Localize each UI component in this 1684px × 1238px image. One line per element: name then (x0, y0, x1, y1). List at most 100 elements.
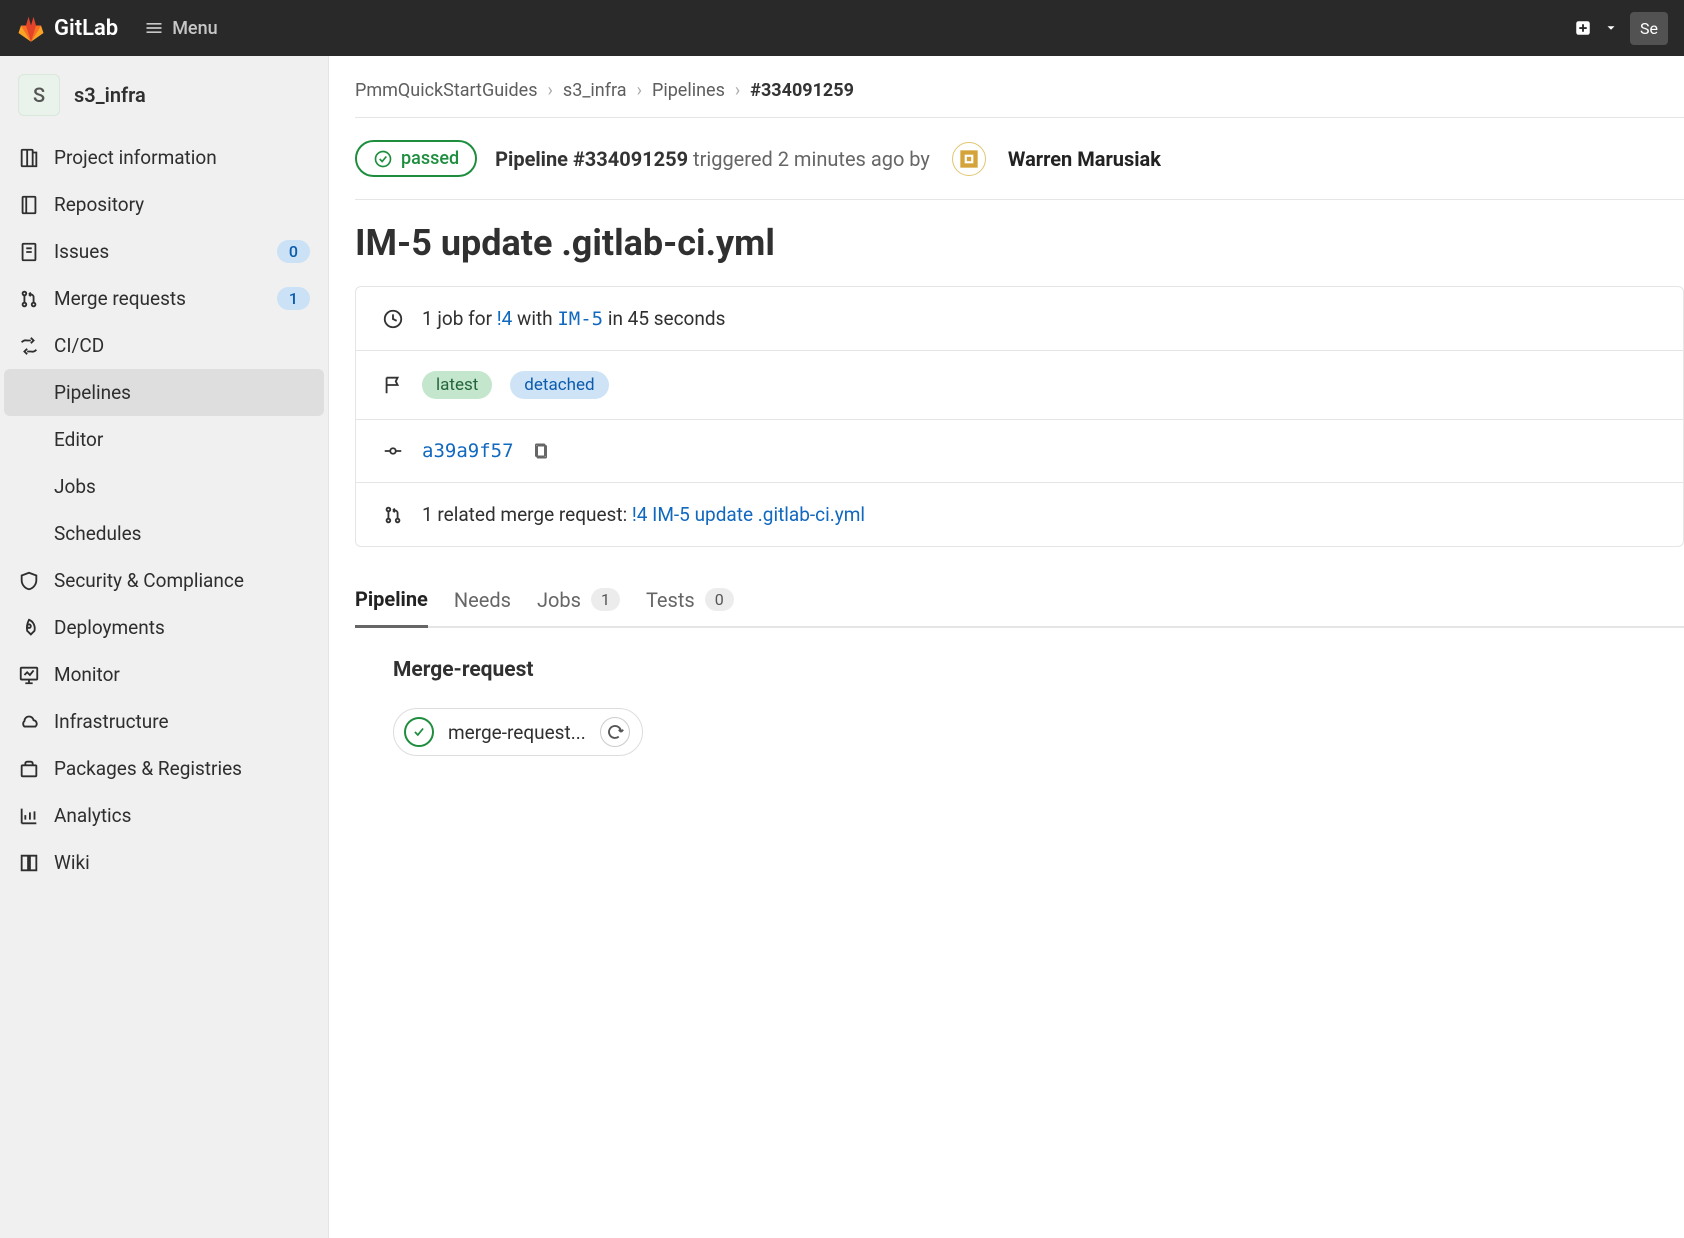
project-name: s3_infra (74, 83, 146, 107)
clock-icon (382, 308, 404, 330)
plus-box-icon (1574, 19, 1592, 37)
gitlab-logo[interactable]: GitLab (16, 13, 118, 43)
sidebar-subitem-jobs[interactable]: Jobs (0, 463, 328, 510)
chevron-right-icon: › (637, 80, 642, 101)
project-header[interactable]: S s3_infra (0, 68, 328, 134)
user-avatar[interactable] (952, 142, 986, 176)
related-mr-link[interactable]: !4 IM-5 update .gitlab-ci.yml (632, 503, 865, 526)
repository-icon (18, 194, 40, 216)
nav-label: Repository (54, 193, 310, 216)
tab-tests[interactable]: Tests 0 (646, 573, 734, 626)
breadcrumb-project[interactable]: s3_infra (563, 80, 627, 101)
stage-area: Merge-request merge-request... (355, 628, 1684, 786)
search-placeholder-text: Se (1640, 19, 1658, 38)
info-row-commit: a39a9f57 (356, 420, 1683, 483)
jobs-prefix: 1 job for (422, 307, 497, 330)
pipeline-id: #334091259 (573, 147, 688, 171)
cicd-icon (18, 335, 40, 357)
top-header: GitLab Menu Se (0, 0, 1684, 56)
breadcrumb-group[interactable]: PmmQuickStartGuides (355, 80, 538, 101)
project-info-icon (18, 147, 40, 169)
sidebar-item-packages[interactable]: Packages & Registries (0, 745, 328, 792)
sidebar-subitem-pipelines[interactable]: Pipelines (4, 369, 324, 416)
breadcrumb: PmmQuickStartGuides › s3_infra › Pipelin… (355, 80, 1684, 118)
info-row-related-mr: 1 related merge request: !4 IM-5 update … (356, 483, 1683, 546)
clipboard-icon (532, 442, 550, 460)
sidebar-item-security[interactable]: Security & Compliance (0, 557, 328, 604)
shield-icon (18, 570, 40, 592)
gitlab-logo-icon (16, 13, 46, 43)
breadcrumb-current: #334091259 (750, 80, 854, 101)
gitlab-brand-text: GitLab (54, 16, 118, 41)
menu-button-label: Menu (172, 18, 217, 39)
tab-jobs[interactable]: Jobs 1 (537, 573, 620, 626)
related-mr-prefix: 1 related merge request: (422, 503, 632, 526)
nav-label: CI/CD (54, 334, 310, 357)
wiki-icon (18, 852, 40, 874)
sidebar-subitem-editor[interactable]: Editor (0, 416, 328, 463)
packages-icon (18, 758, 40, 780)
info-row-jobs: 1 job for !4 with IM-5 in 45 seconds (356, 287, 1683, 351)
issues-icon (18, 241, 40, 263)
sidebar-item-infrastructure[interactable]: Infrastructure (0, 698, 328, 745)
check-circle-icon (373, 149, 393, 169)
sidebar-item-merge-requests[interactable]: Merge requests 1 (0, 275, 328, 322)
copy-sha-button[interactable] (532, 442, 550, 460)
sidebar-item-monitor[interactable]: Monitor (0, 651, 328, 698)
jobs-suffix: in 45 seconds (603, 307, 725, 330)
job-retry-button[interactable] (600, 717, 630, 747)
job-name: merge-request... (448, 721, 586, 744)
mr-reference-link[interactable]: !4 (497, 307, 513, 330)
user-name[interactable]: Warren Marusiak (1008, 147, 1161, 171)
status-passed-pill: passed (355, 140, 477, 177)
merge-request-icon (18, 288, 40, 310)
nav-label: Infrastructure (54, 710, 310, 733)
check-circle-icon (404, 717, 434, 747)
deployments-icon (18, 617, 40, 639)
pipeline-label: Pipeline (495, 147, 573, 171)
analytics-icon (18, 805, 40, 827)
nav-label: Issues (54, 240, 263, 263)
status-text: passed (401, 148, 459, 169)
chevron-right-icon: › (735, 80, 740, 101)
sidebar-item-cicd[interactable]: CI/CD (0, 322, 328, 369)
jobs-with: with (512, 307, 557, 330)
nav-label: Merge requests (54, 287, 263, 310)
page-title: IM-5 update .gitlab-ci.yml (355, 200, 1684, 286)
commit-sha-link[interactable]: a39a9f57 (422, 440, 514, 462)
jobs-count-badge: 1 (591, 588, 620, 611)
breadcrumb-pipelines[interactable]: Pipelines (652, 80, 725, 101)
job-pill[interactable]: merge-request... (393, 708, 643, 756)
project-avatar: S (18, 74, 60, 116)
sidebar: S s3_infra Project information Repositor… (0, 56, 329, 1238)
triggered-text: triggered 2 minutes ago by (688, 147, 930, 171)
nav-label: Deployments (54, 616, 310, 639)
retry-icon (606, 723, 624, 741)
mr-count-badge: 1 (277, 287, 310, 310)
chevron-right-icon: › (548, 80, 553, 101)
monitor-icon (18, 664, 40, 686)
sidebar-item-analytics[interactable]: Analytics (0, 792, 328, 839)
sidebar-item-deployments[interactable]: Deployments (0, 604, 328, 651)
nav-label: Packages & Registries (54, 757, 310, 780)
merge-request-icon (382, 504, 404, 526)
infrastructure-icon (18, 711, 40, 733)
stage-title: Merge-request (393, 658, 1646, 682)
sidebar-subitem-schedules[interactable]: Schedules (0, 510, 328, 557)
sidebar-item-issues[interactable]: Issues 0 (0, 228, 328, 275)
create-new-button[interactable] (1574, 19, 1592, 37)
tab-needs[interactable]: Needs (454, 573, 511, 626)
tab-pipeline[interactable]: Pipeline (355, 573, 428, 628)
menu-button[interactable]: Menu (134, 12, 227, 45)
chevron-down-icon (1604, 21, 1618, 35)
sidebar-item-project-information[interactable]: Project information (0, 134, 328, 181)
nav-label: Security & Compliance (54, 569, 310, 592)
create-new-dropdown[interactable] (1604, 21, 1618, 35)
tabs: Pipeline Needs Jobs 1 Tests 0 (355, 573, 1684, 628)
main-content: PmmQuickStartGuides › s3_infra › Pipelin… (329, 56, 1684, 1238)
search-input[interactable]: Se (1630, 12, 1668, 45)
branch-link[interactable]: IM-5 (557, 308, 603, 330)
pipeline-status-row: passed Pipeline #334091259 triggered 2 m… (355, 118, 1684, 200)
sidebar-item-wiki[interactable]: Wiki (0, 839, 328, 886)
sidebar-item-repository[interactable]: Repository (0, 181, 328, 228)
